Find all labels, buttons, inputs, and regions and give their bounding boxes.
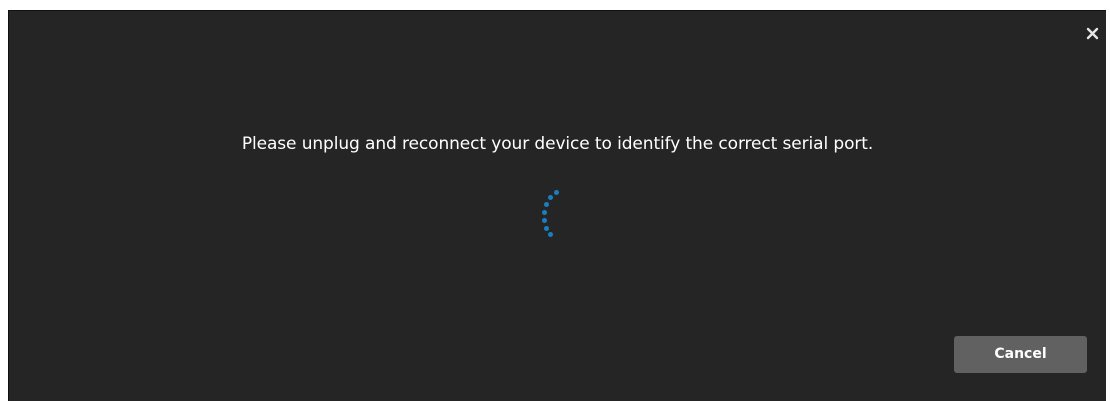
cancel-button[interactable]: Cancel (954, 336, 1087, 373)
spinner-dot (548, 195, 553, 200)
spinner-dot (542, 210, 547, 215)
serial-port-dialog: Please unplug and reconnect your device … (8, 10, 1106, 401)
dialog-message: Please unplug and reconnect your device … (241, 134, 874, 154)
spinner-dot (544, 202, 549, 207)
spinner-dot (544, 226, 549, 231)
spinner-dot (554, 190, 559, 195)
spinner-dot (542, 218, 547, 223)
spinner-dot (548, 232, 553, 237)
loading-spinner-icon (533, 189, 563, 239)
close-button[interactable] (1084, 25, 1102, 43)
close-icon (1086, 27, 1099, 40)
